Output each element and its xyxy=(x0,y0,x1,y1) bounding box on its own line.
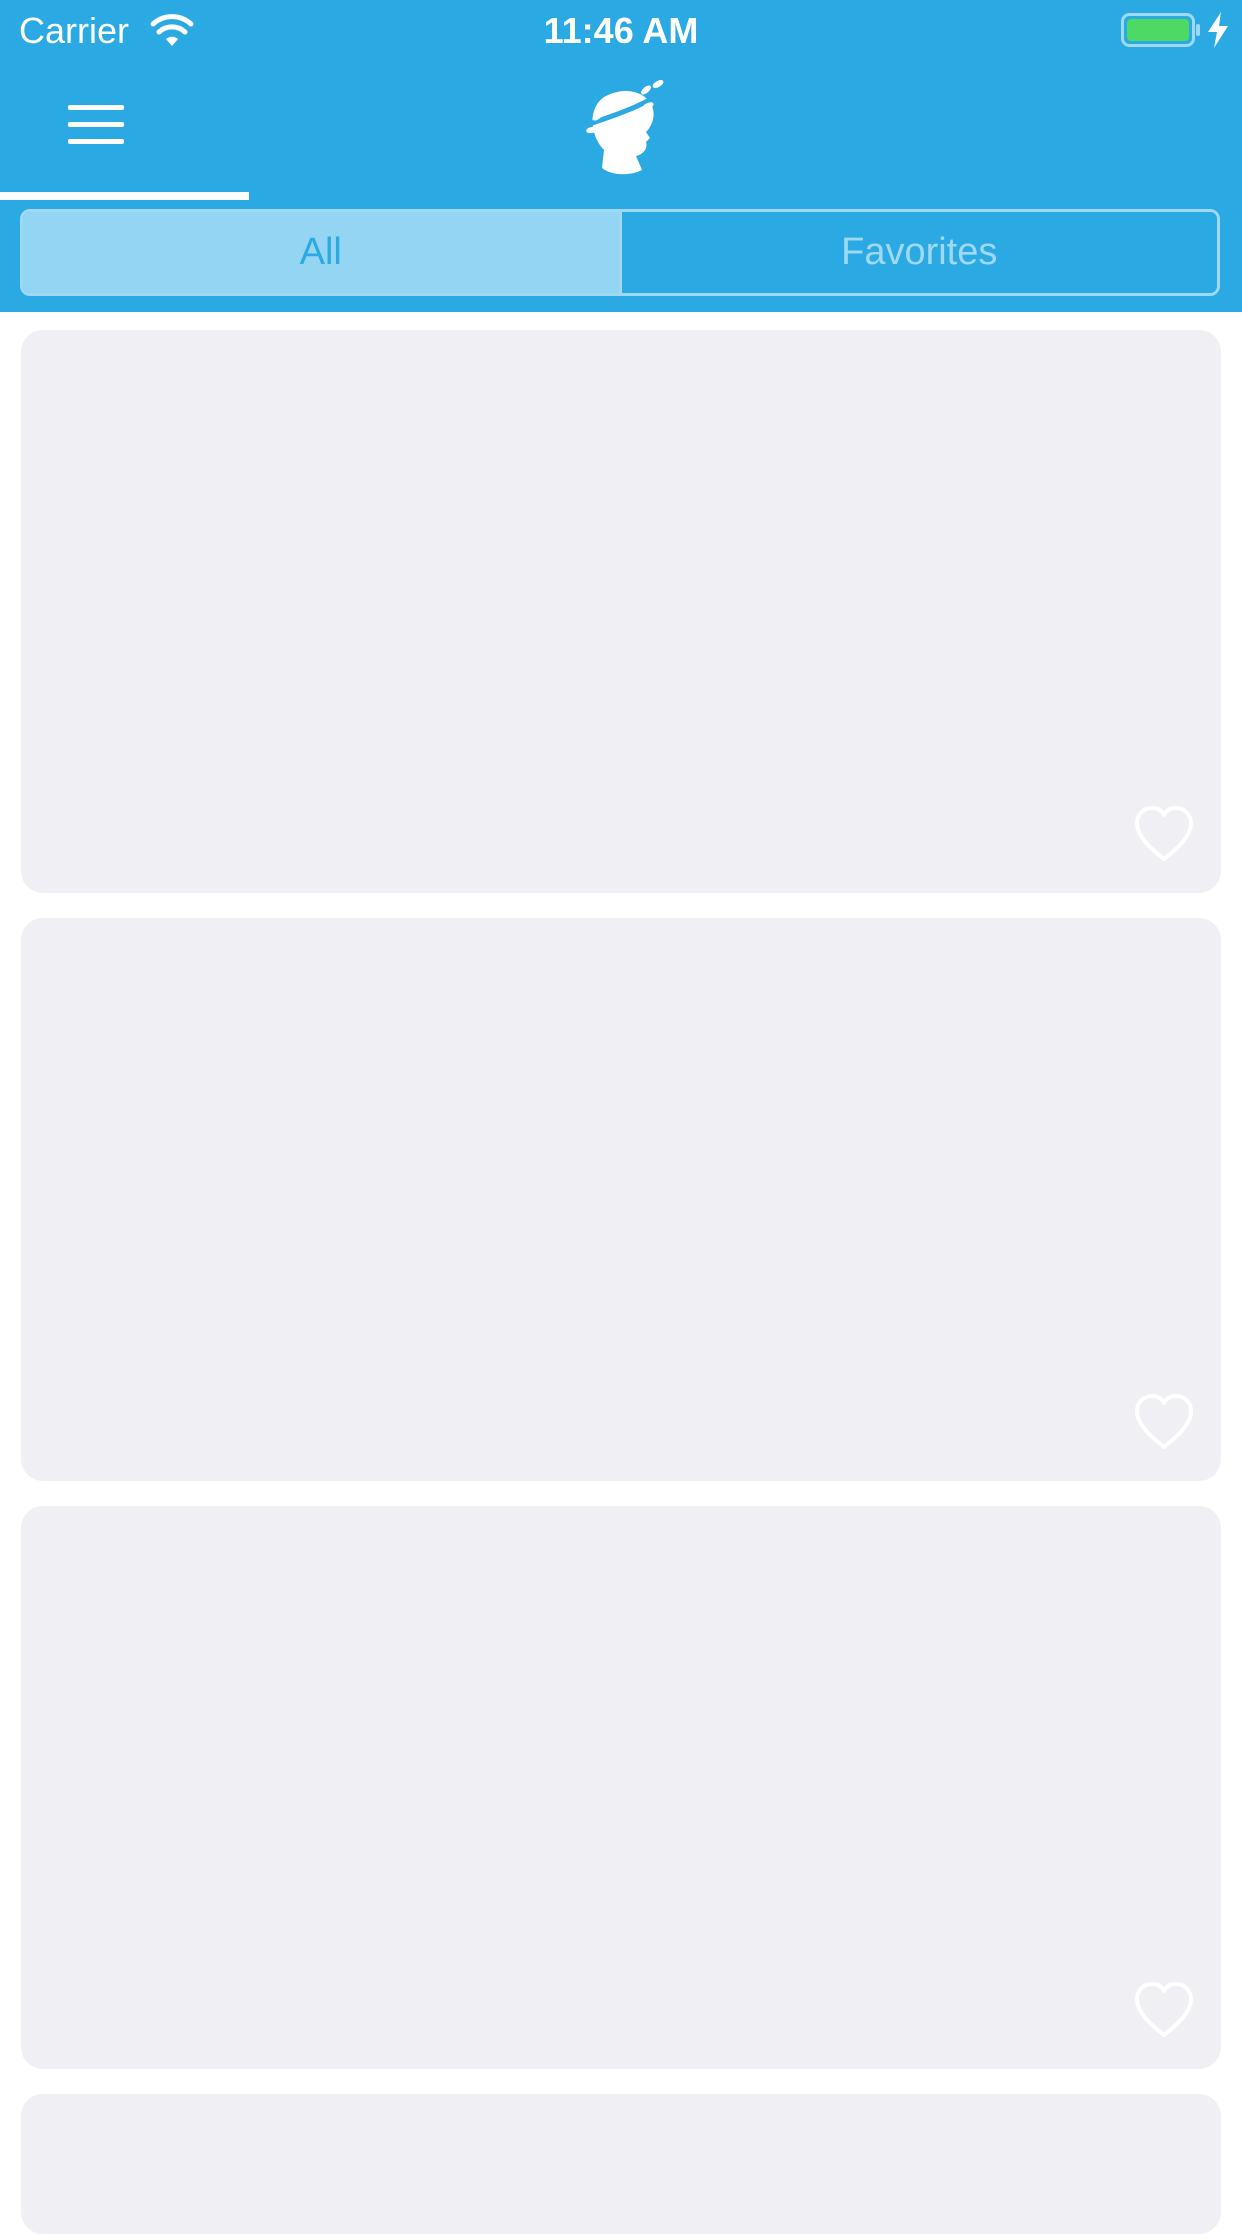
segmented-control: All Favorites xyxy=(20,209,1220,296)
heart-outline-icon[interactable] xyxy=(1133,1393,1195,1451)
battery-icon xyxy=(1121,13,1200,47)
tab-all[interactable]: All xyxy=(23,212,619,293)
heart-outline-icon[interactable] xyxy=(1133,805,1195,863)
status-time: 11:46 AM xyxy=(543,10,699,51)
menu-indicator-bar xyxy=(0,192,249,200)
charging-bolt-icon xyxy=(1208,12,1228,48)
heart-outline-icon[interactable] xyxy=(1133,1981,1195,2039)
menu-button[interactable] xyxy=(50,90,142,160)
tab-favorites[interactable]: Favorites xyxy=(618,212,1217,293)
app-header: Carrier 11:46 AM All Favorites xyxy=(0,0,1242,312)
hamburger-menu-icon xyxy=(68,105,124,144)
content-card[interactable] xyxy=(21,918,1221,1481)
laurel-head-logo-icon xyxy=(581,80,664,175)
content-card[interactable] xyxy=(21,1506,1221,2069)
content-card[interactable] xyxy=(21,2094,1221,2234)
content-card[interactable] xyxy=(21,330,1221,893)
